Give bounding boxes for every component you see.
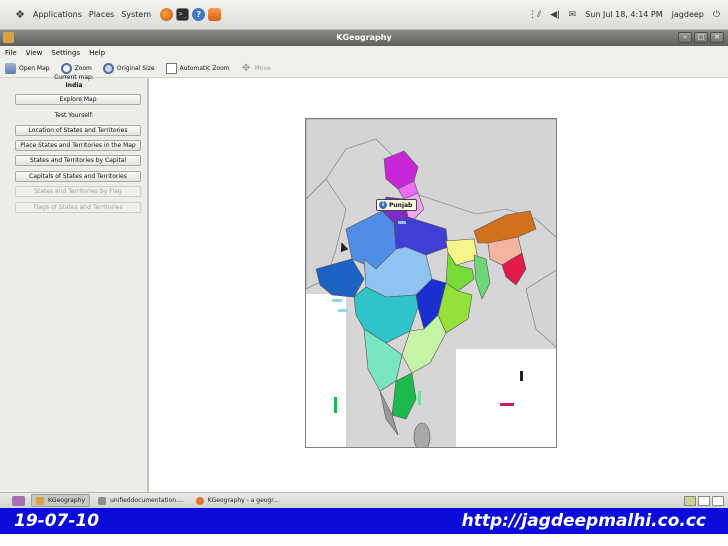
open-map-label: Open Map [19,64,50,72]
help-icon[interactable]: ? [192,8,206,21]
network-icon[interactable]: ⋮⫽ [528,10,541,20]
show-desktop-icon[interactable] [12,495,25,506]
maximize-button[interactable]: □ [694,32,708,43]
sri-lanka [413,422,431,447]
tooltip-text: Punjab [389,201,413,209]
sea-west [306,294,346,447]
move-label: Move [254,64,271,72]
menu-settings[interactable]: Settings [51,49,80,57]
flags-of-states-button[interactable]: Flags of States and Territories [15,202,141,213]
gnome-foot-icon[interactable]: ❖ [14,8,26,21]
india-map[interactable]: i Punjab [305,118,557,448]
system-menu[interactable]: System [121,10,151,19]
india-map-svg[interactable] [306,119,557,448]
zoom-label: Zoom [74,64,92,72]
explore-map-button[interactable]: Explore Map [15,94,141,105]
workspace-2[interactable] [698,495,710,506]
trash-icon[interactable] [712,495,724,506]
task-kgeography-label: KGeography [48,497,86,504]
clock[interactable]: Sun Jul 18, 4:14 PM [585,10,662,19]
system-tray: ⋮⫽ ◀ǀ ✉ Sun Jul 18, 4:14 PM jagdeep ⏻ [519,10,720,20]
menubar: File View Settings Help [0,46,728,59]
open-map-icon [5,62,16,74]
task-kgeography[interactable]: KGeography [31,494,91,507]
app-launcher-icon[interactable] [208,8,222,21]
capitals-of-states-button[interactable]: Capitals of States and Territories [15,171,141,182]
location-test-button[interactable]: Location of States and Territories [15,125,141,136]
test-yourself-label: Test Yourself: [54,112,94,119]
automatic-zoom-label: Automatic Zoom [179,64,230,72]
current-map-value: India [65,82,83,89]
workspace-1[interactable] [684,495,696,506]
puducherry-marker[interactable] [418,391,421,405]
window-titlebar[interactable]: KGeography – □ ✕ [0,30,728,46]
task-unified-doc[interactable]: unifieddocumentation.... [94,494,188,507]
bottom-panel: KGeography unifieddocumentation.... KGeo… [0,492,728,508]
place-test-button[interactable]: Place States and Territories in the Map [15,140,141,151]
desktop-screen: ❖ Applications Places System >_ ? ⋮⫽ ◀ǀ … [0,0,728,546]
menu-help[interactable]: Help [89,49,105,57]
original-size-icon [102,62,114,74]
info-icon: i [379,201,387,209]
daman-diu[interactable] [332,299,342,302]
task-kgeography-web-label: KGeography - a geogr... [207,497,279,504]
caption-url: http://jagdeepmalhi.co.cc [461,511,706,531]
andaman-islands[interactable] [500,403,514,406]
panel-menu: ❖ Applications Places System [14,8,158,21]
minimize-button[interactable]: – [678,32,692,43]
launchers: >_ ? [160,8,224,21]
states-by-flag-button[interactable]: States and Territories by Flag [15,186,141,197]
state-tooltip: i Punjab [376,199,418,211]
task-unified-doc-label: unifieddocumentation.... [110,497,184,504]
left-panel: Current map: India Explore Map Test Your… [0,74,148,492]
window-title: KGeography [336,33,392,42]
menu-file[interactable]: File [5,49,17,57]
firefox-icon[interactable] [160,8,174,21]
caption-bar: 19-07-10 http://jagdeepmalhi.co.cc [0,508,728,534]
map-area[interactable]: i Punjab [148,78,728,492]
states-by-capital-button[interactable]: States and Territories by Capital [15,155,141,166]
power-icon[interactable]: ⏻ [713,10,720,20]
window-buttons: – □ ✕ [676,32,724,43]
close-button[interactable]: ✕ [710,32,724,43]
volume-icon[interactable]: ◀ǀ [550,10,560,20]
caption-date: 19-07-10 [14,511,100,531]
andaman-north [520,371,523,381]
automatic-zoom-icon [165,62,177,74]
zoom-icon [60,62,72,74]
original-size-button[interactable]: Original Size [102,62,155,74]
automatic-zoom-button[interactable]: Automatic Zoom [165,62,230,74]
user-name[interactable]: jagdeep [672,10,704,19]
terminal-icon[interactable]: >_ [176,8,190,21]
sea-east [456,349,556,447]
open-map-button[interactable]: Open Map [5,62,50,74]
zoom-button[interactable]: Zoom [60,62,92,74]
delhi[interactable] [398,221,406,224]
top-panel: ❖ Applications Places System >_ ? ⋮⫽ ◀ǀ … [0,0,728,30]
document-task-icon [98,496,107,505]
mail-icon[interactable]: ✉ [569,10,577,20]
task-kgeography-web[interactable]: KGeography - a geogr... [192,494,283,507]
move-icon: ✥ [241,62,251,74]
places-menu[interactable]: Places [89,10,114,19]
workspace-switcher [682,495,724,506]
current-map-label: Current map: [54,74,94,81]
lakshadweep-islands[interactable] [334,397,337,413]
move-button[interactable]: ✥ Move [241,63,271,74]
original-size-label: Original Size [116,64,155,72]
dadra-nagar-haveli[interactable] [338,309,348,312]
menu-view[interactable]: View [26,49,43,57]
firefox-task-icon [195,496,204,505]
kgeography-task-icon [36,496,44,505]
applications-menu[interactable]: Applications [33,10,82,19]
